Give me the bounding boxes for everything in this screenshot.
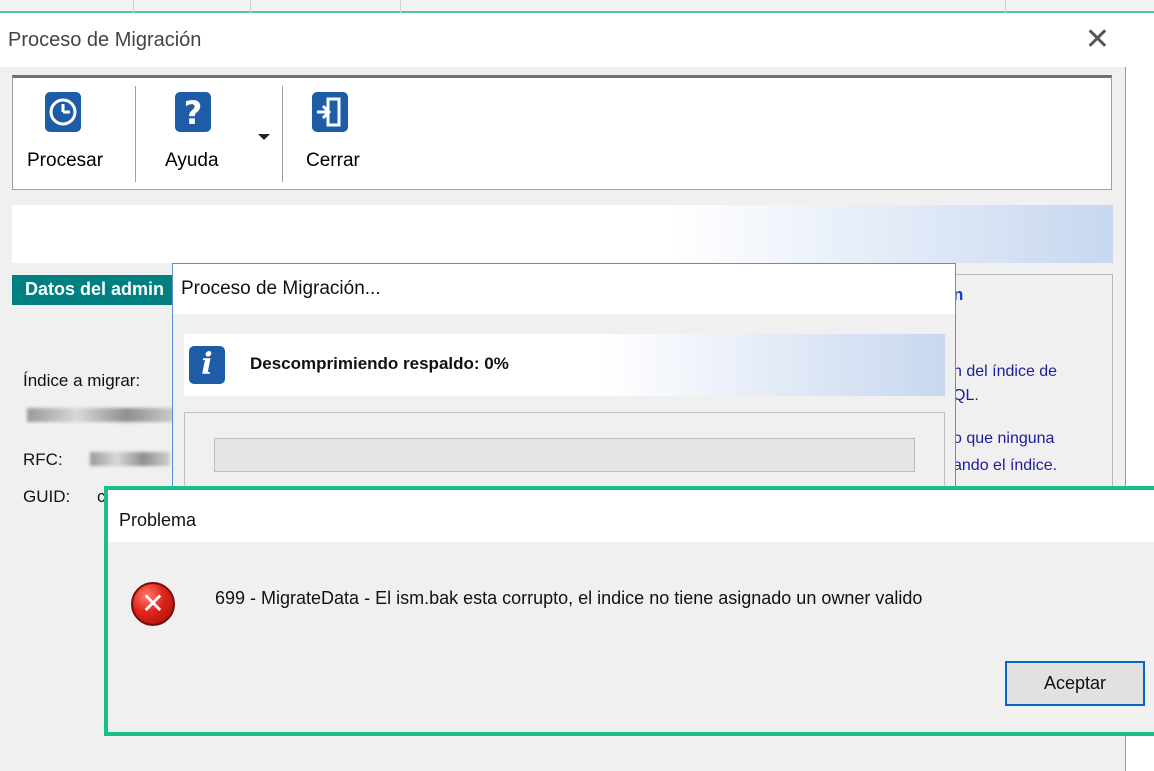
info-panel: n n del índice de QL. o que ninguna ando… (947, 274, 1113, 504)
help-button[interactable]: ? Ayuda (149, 78, 281, 190)
redacted-rfc-value (90, 452, 170, 466)
background-window-strip (0, 0, 1154, 13)
toolbar-separator (282, 86, 283, 182)
info-text-line: ando el índice. (953, 457, 1058, 474)
redacted-index-value (27, 408, 177, 422)
close-button-label: Cerrar (306, 150, 360, 171)
error-dialog-title-bar[interactable]: Problema (108, 490, 1154, 542)
progress-bar (214, 438, 915, 472)
close-button[interactable]: Cerrar (291, 78, 391, 190)
header-gradient-band (12, 205, 1113, 263)
error-dialog: Problema ✕ 699 - MigrateData - El ism.ba… (104, 486, 1154, 736)
toolbar-separator (135, 86, 136, 182)
background-column-divider (133, 0, 134, 13)
error-dialog-title: Problema (119, 510, 197, 530)
progress-status-text: Descomprimiendo respaldo: 0% (250, 354, 509, 373)
exit-door-icon (312, 92, 348, 132)
clock-icon (45, 92, 81, 132)
help-dropdown-arrow-icon[interactable] (258, 134, 270, 140)
main-window-title: Proceso de Migración (8, 29, 202, 51)
info-icon: i (189, 346, 225, 384)
close-window-icon[interactable]: ✕ (1085, 23, 1110, 57)
error-icon: ✕ (131, 582, 175, 626)
help-button-label: Ayuda (165, 150, 219, 171)
progress-dialog: Proceso de Migración... i Descomprimiend… (172, 263, 956, 498)
process-button-label: Procesar (27, 150, 104, 171)
accept-button[interactable]: Aceptar (1005, 661, 1145, 706)
info-text-line: o que ninguna (953, 430, 1055, 447)
main-title-bar[interactable]: Proceso de Migración ✕ (0, 15, 1126, 67)
info-text-line: n del índice de (953, 363, 1058, 380)
rfc-label: RFC: (23, 450, 63, 469)
toolbar: Procesar ? Ayuda Cerrar (12, 75, 1112, 190)
index-to-migrate-label: Índice a migrar: (23, 371, 141, 390)
admin-data-panel-header: Datos del admin (12, 275, 180, 305)
error-message: 699 - MigrateData - El ism.bak esta corr… (215, 588, 923, 608)
process-button[interactable]: Procesar (13, 78, 135, 190)
background-column-divider (250, 0, 251, 13)
background-column-divider (1005, 0, 1006, 13)
help-question-icon: ? (175, 92, 211, 132)
progress-dialog-title-bar[interactable]: Proceso de Migración... (173, 264, 955, 314)
background-column-divider (400, 0, 401, 13)
svg-text:?: ? (184, 94, 203, 132)
guid-label: GUID: (23, 487, 71, 506)
info-text-line: QL. (953, 387, 979, 404)
progress-dialog-title: Proceso de Migración... (181, 278, 381, 299)
